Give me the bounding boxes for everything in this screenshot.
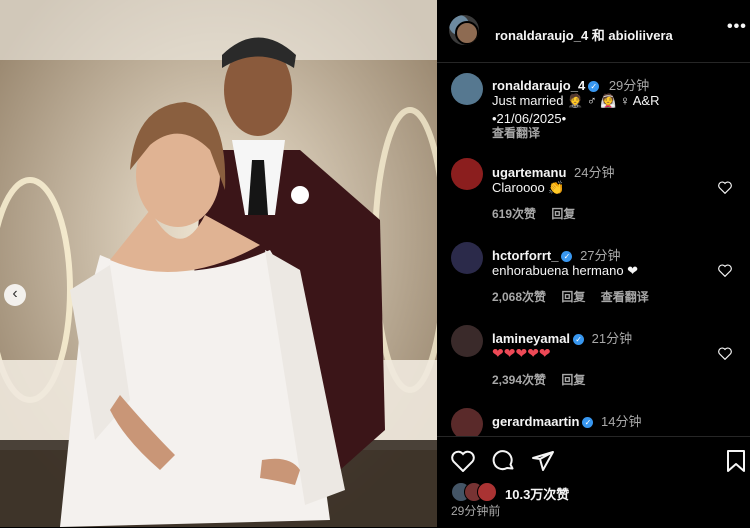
caption-username[interactable]: ronaldaraujo_4 bbox=[492, 78, 585, 93]
likes-count[interactable]: 10.3万次赞 bbox=[505, 484, 569, 503]
header-avatar[interactable] bbox=[449, 15, 479, 45]
heart-icon[interactable] bbox=[718, 264, 732, 277]
post-header: ronaldaraujo_4 和 abioliivera ••• bbox=[437, 0, 750, 63]
caption-translate-link[interactable]: 查看翻译 bbox=[492, 124, 540, 141]
comment-username[interactable]: lamineyamal bbox=[492, 331, 570, 346]
comment-meta: 619次赞 回复 bbox=[492, 205, 575, 222]
comments-panel: ronaldaraujo_4 和 abioliivera ••• ronalda… bbox=[437, 0, 750, 528]
comment-text: Claroooo 👏 bbox=[492, 180, 565, 195]
heart-icon[interactable] bbox=[718, 181, 732, 194]
wedding-photo bbox=[0, 0, 437, 527]
comment-likes[interactable]: 2,394次赞 bbox=[492, 373, 546, 387]
comment-username[interactable]: ugartemanu bbox=[492, 165, 566, 180]
comment-avatar[interactable] bbox=[451, 242, 483, 274]
comment-avatar[interactable] bbox=[451, 158, 483, 190]
comment-icon[interactable] bbox=[492, 449, 516, 473]
comment-meta: 2,068次赞 回复 查看翻译 bbox=[492, 288, 649, 305]
comment-avatar[interactable] bbox=[451, 325, 483, 357]
verified-badge-icon: ✓ bbox=[588, 81, 600, 92]
comment-header: hctorforrt_ ✓ 27分钟 bbox=[492, 245, 621, 264]
post-photo: ‹ bbox=[0, 0, 437, 527]
verified-badge-icon: ✓ bbox=[582, 417, 594, 428]
like-heart-icon[interactable] bbox=[451, 450, 475, 472]
actions-bar: 10.3万次赞 29分钟前 bbox=[437, 436, 750, 528]
heart-icon[interactable] bbox=[718, 347, 732, 360]
comment-time: 27分钟 bbox=[580, 248, 621, 263]
reply-button[interactable]: 回复 bbox=[561, 290, 585, 304]
verified-badge-icon: ✓ bbox=[561, 251, 573, 262]
comment-time: 24分钟 bbox=[574, 165, 615, 180]
comment-likes[interactable]: 2,068次赞 bbox=[492, 290, 546, 304]
caption-time: 29分钟 bbox=[608, 78, 650, 93]
comment-time: 21分钟 bbox=[591, 331, 633, 346]
comment-username[interactable]: gerardmaartin bbox=[492, 414, 579, 429]
comment-meta: 2,394次赞 回复 bbox=[492, 371, 585, 388]
reply-button[interactable]: 回复 bbox=[551, 207, 575, 221]
comment-text: enhorabuena hermano ❤ bbox=[492, 263, 639, 278]
header-usernames[interactable]: ronaldaraujo_4 和 abioliivera bbox=[495, 25, 673, 44]
bookmark-icon[interactable] bbox=[726, 449, 746, 473]
comment-time: 14分钟 bbox=[601, 414, 642, 429]
more-options-icon[interactable]: ••• bbox=[727, 18, 747, 36]
comment-text: ❤❤❤❤❤ bbox=[492, 345, 551, 361]
liker-avatars[interactable] bbox=[451, 482, 507, 502]
caption-header: ronaldaraujo_4 ✓ 29分钟 bbox=[492, 75, 649, 94]
comment-header: ugartemanu 24分钟 bbox=[492, 162, 615, 181]
comment-username[interactable]: hctorforrt_ bbox=[492, 248, 558, 263]
reply-button[interactable]: 回复 bbox=[561, 373, 585, 387]
share-icon[interactable] bbox=[531, 449, 555, 473]
caption-text-line1: Just married 🤵 ♂ 👰 ♀ A&R bbox=[492, 93, 660, 108]
comment-likes[interactable]: 619次赞 bbox=[492, 207, 536, 221]
translate-link[interactable]: 查看翻译 bbox=[601, 290, 649, 304]
caption-avatar[interactable] bbox=[451, 73, 483, 105]
verified-badge-icon: ✓ bbox=[573, 334, 585, 345]
prev-arrow-button[interactable]: ‹ bbox=[4, 284, 26, 306]
comment-header: gerardmaartin ✓ 14分钟 bbox=[492, 411, 642, 430]
post-time: 29分钟前 bbox=[451, 504, 501, 518]
